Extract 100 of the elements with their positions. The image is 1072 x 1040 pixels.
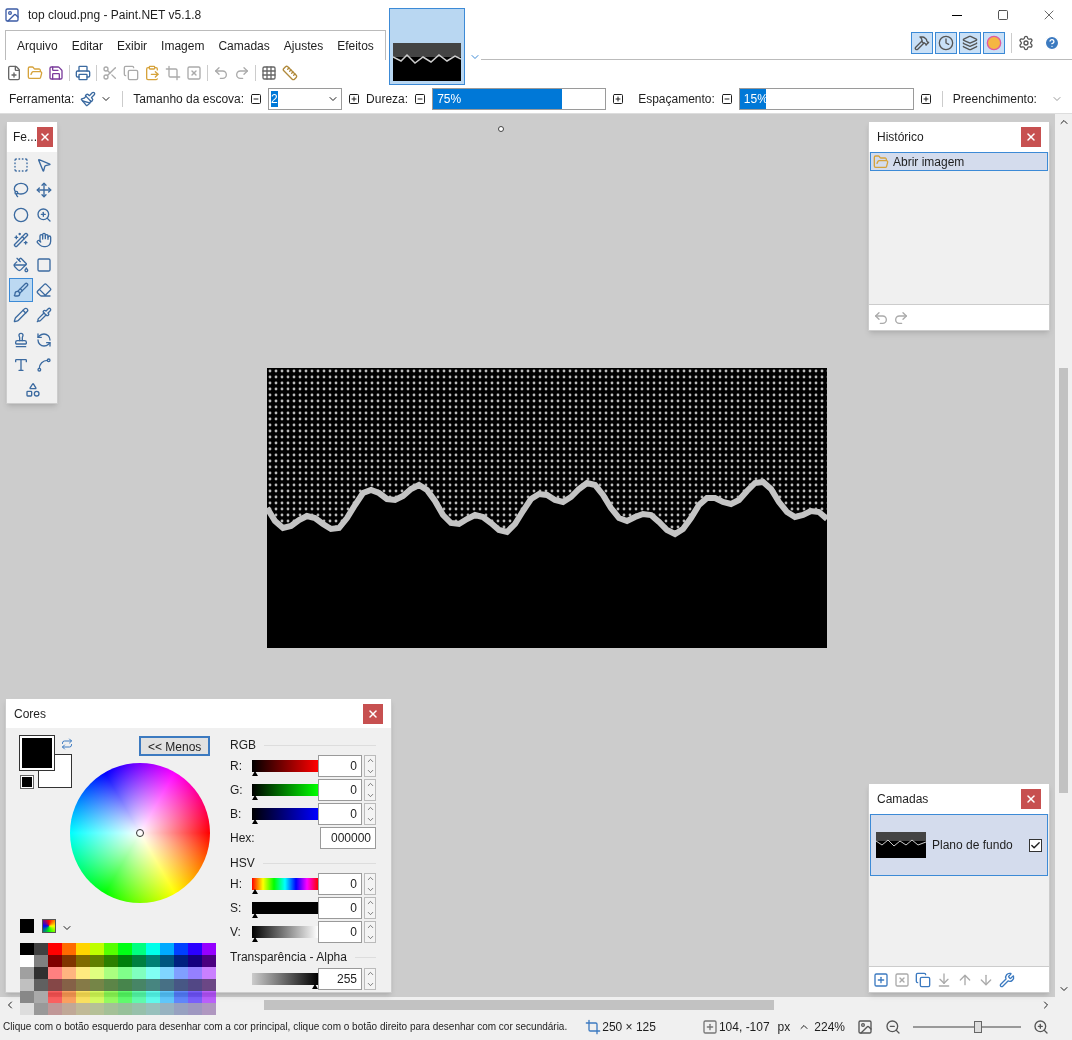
visibility-checkbox[interactable] [1029, 838, 1042, 852]
clock-icon [938, 35, 954, 51]
hex-label: Hex: [230, 830, 255, 847]
panel-title: Camadas [877, 791, 929, 808]
menu-item[interactable]: Ajustes [276, 36, 331, 55]
panel-toggle[interactable] [911, 32, 933, 54]
spin-buttons[interactable] [364, 779, 376, 801]
grid-icon[interactable] [261, 64, 277, 81]
tool-dropdown[interactable] [80, 91, 113, 107]
menu-item[interactable]: Camadas [211, 36, 277, 55]
number-field[interactable]: 0 [318, 803, 362, 825]
plus-icon[interactable] [919, 93, 932, 105]
menu-item[interactable]: Imagem [154, 36, 212, 55]
save-icon[interactable] [48, 64, 64, 81]
move-arrow-icon [36, 157, 52, 173]
close-button[interactable] [37, 127, 53, 147]
percent-slider[interactable]: 75% [432, 88, 607, 110]
tool-label: Ferramenta: [9, 91, 75, 108]
slider-thumb[interactable] [252, 889, 258, 894]
slider-thumb[interactable] [252, 771, 258, 776]
shapes-icon [25, 382, 41, 398]
zoom-in-icon[interactable] [1033, 1018, 1049, 1035]
close-button[interactable] [1021, 789, 1041, 809]
panel-title: Fe... [13, 129, 37, 146]
zoom-slider-thumb[interactable] [973, 1020, 982, 1033]
plus-icon[interactable] [348, 93, 361, 105]
close-icon [1025, 793, 1037, 805]
spin-buttons[interactable] [364, 803, 376, 825]
close-button[interactable] [1021, 127, 1041, 147]
add-layer-icon[interactable] [873, 971, 889, 988]
image-size: 250 × 125 [602, 1018, 656, 1036]
horizontal-scrollbar[interactable] [0, 997, 1072, 1013]
window-title: top cloud.png - Paint.NET v5.1.8 [28, 7, 202, 24]
ruler-icon[interactable] [282, 64, 298, 81]
panel-toggle[interactable] [959, 32, 981, 54]
primary-color-swatch[interactable] [20, 736, 54, 770]
number-field[interactable]: 255 [318, 968, 362, 990]
zoom-icon [36, 207, 52, 223]
number-field[interactable]: 0 [318, 779, 362, 801]
slider-thumb[interactable] [252, 819, 258, 824]
tool-button[interactable] [9, 278, 33, 302]
spin-buttons[interactable] [364, 921, 376, 943]
slider-thumb[interactable] [252, 795, 258, 800]
slider-reading: 75% [436, 92, 462, 106]
new-file-icon[interactable] [6, 64, 22, 81]
color-circle-icon [986, 35, 1002, 51]
brush-size-dropdown[interactable]: 2 [268, 88, 343, 110]
color-palette[interactable] [20, 943, 216, 1015]
minimize-icon [952, 14, 962, 16]
settings-icon[interactable] [1018, 35, 1034, 51]
properties-icon[interactable] [999, 971, 1015, 988]
units-selector[interactable]: px [777, 1017, 791, 1036]
palette-icon[interactable] [42, 919, 56, 933]
panel-toggle[interactable] [935, 32, 957, 54]
spin-buttons[interactable] [364, 897, 376, 919]
channel-label: H: [230, 876, 243, 893]
paintbrush-icon [13, 282, 29, 298]
magic-wand-icon [13, 232, 29, 248]
layer-thumbnail [876, 832, 926, 858]
spin-buttons[interactable] [364, 873, 376, 895]
spin-buttons[interactable] [364, 755, 376, 777]
layer-row[interactable]: Plano de fundo [870, 814, 1048, 876]
slider-thumb[interactable] [252, 937, 258, 942]
close-button[interactable] [363, 703, 383, 724]
less-button[interactable]: << Menos [139, 736, 211, 756]
number-field[interactable]: 0 [318, 755, 362, 777]
help-icon[interactable] [1044, 35, 1060, 51]
duplicate-layer-icon[interactable] [915, 971, 931, 988]
paint-bucket-icon [13, 257, 29, 273]
menu-item[interactable]: Editar [64, 36, 111, 55]
spacing-label: Espaçamento: [638, 91, 715, 108]
vertical-scrollbar[interactable] [1055, 114, 1072, 997]
number-field[interactable]: 0 [318, 897, 362, 919]
percent-slider[interactable]: 15% [738, 88, 914, 110]
fill-label: Preenchimento: [952, 91, 1037, 108]
print-icon[interactable] [75, 64, 91, 81]
minus-icon[interactable] [720, 93, 733, 105]
close-icon [367, 707, 379, 720]
text-icon [13, 357, 29, 373]
history-item[interactable]: Abrir imagem [870, 152, 1048, 171]
app-icon [4, 7, 20, 23]
channel-label: R: [230, 758, 243, 775]
zoom-out-icon[interactable] [885, 1018, 901, 1035]
zoom-slider[interactable] [913, 1020, 1021, 1033]
slider-thumb[interactable] [252, 913, 258, 918]
menu-item[interactable]: Exibir [110, 36, 155, 55]
minus-icon[interactable] [250, 93, 263, 105]
number-field[interactable]: 0 [318, 921, 362, 943]
menu-item[interactable]: Arquivo [10, 36, 65, 55]
minus-icon[interactable] [414, 93, 427, 105]
panel-toggle[interactable] [983, 32, 1005, 54]
image-tab[interactable] [388, 8, 465, 85]
pencil-icon [13, 307, 29, 323]
channel-label: S: [230, 900, 243, 917]
plus-icon[interactable] [612, 93, 625, 105]
swap-colors-icon[interactable] [61, 738, 73, 750]
number-field[interactable]: 0 [318, 873, 362, 895]
menu-item[interactable]: Efeitos [330, 36, 381, 55]
spin-buttons[interactable] [364, 968, 376, 990]
hex-field[interactable]: 000000 [320, 827, 376, 849]
